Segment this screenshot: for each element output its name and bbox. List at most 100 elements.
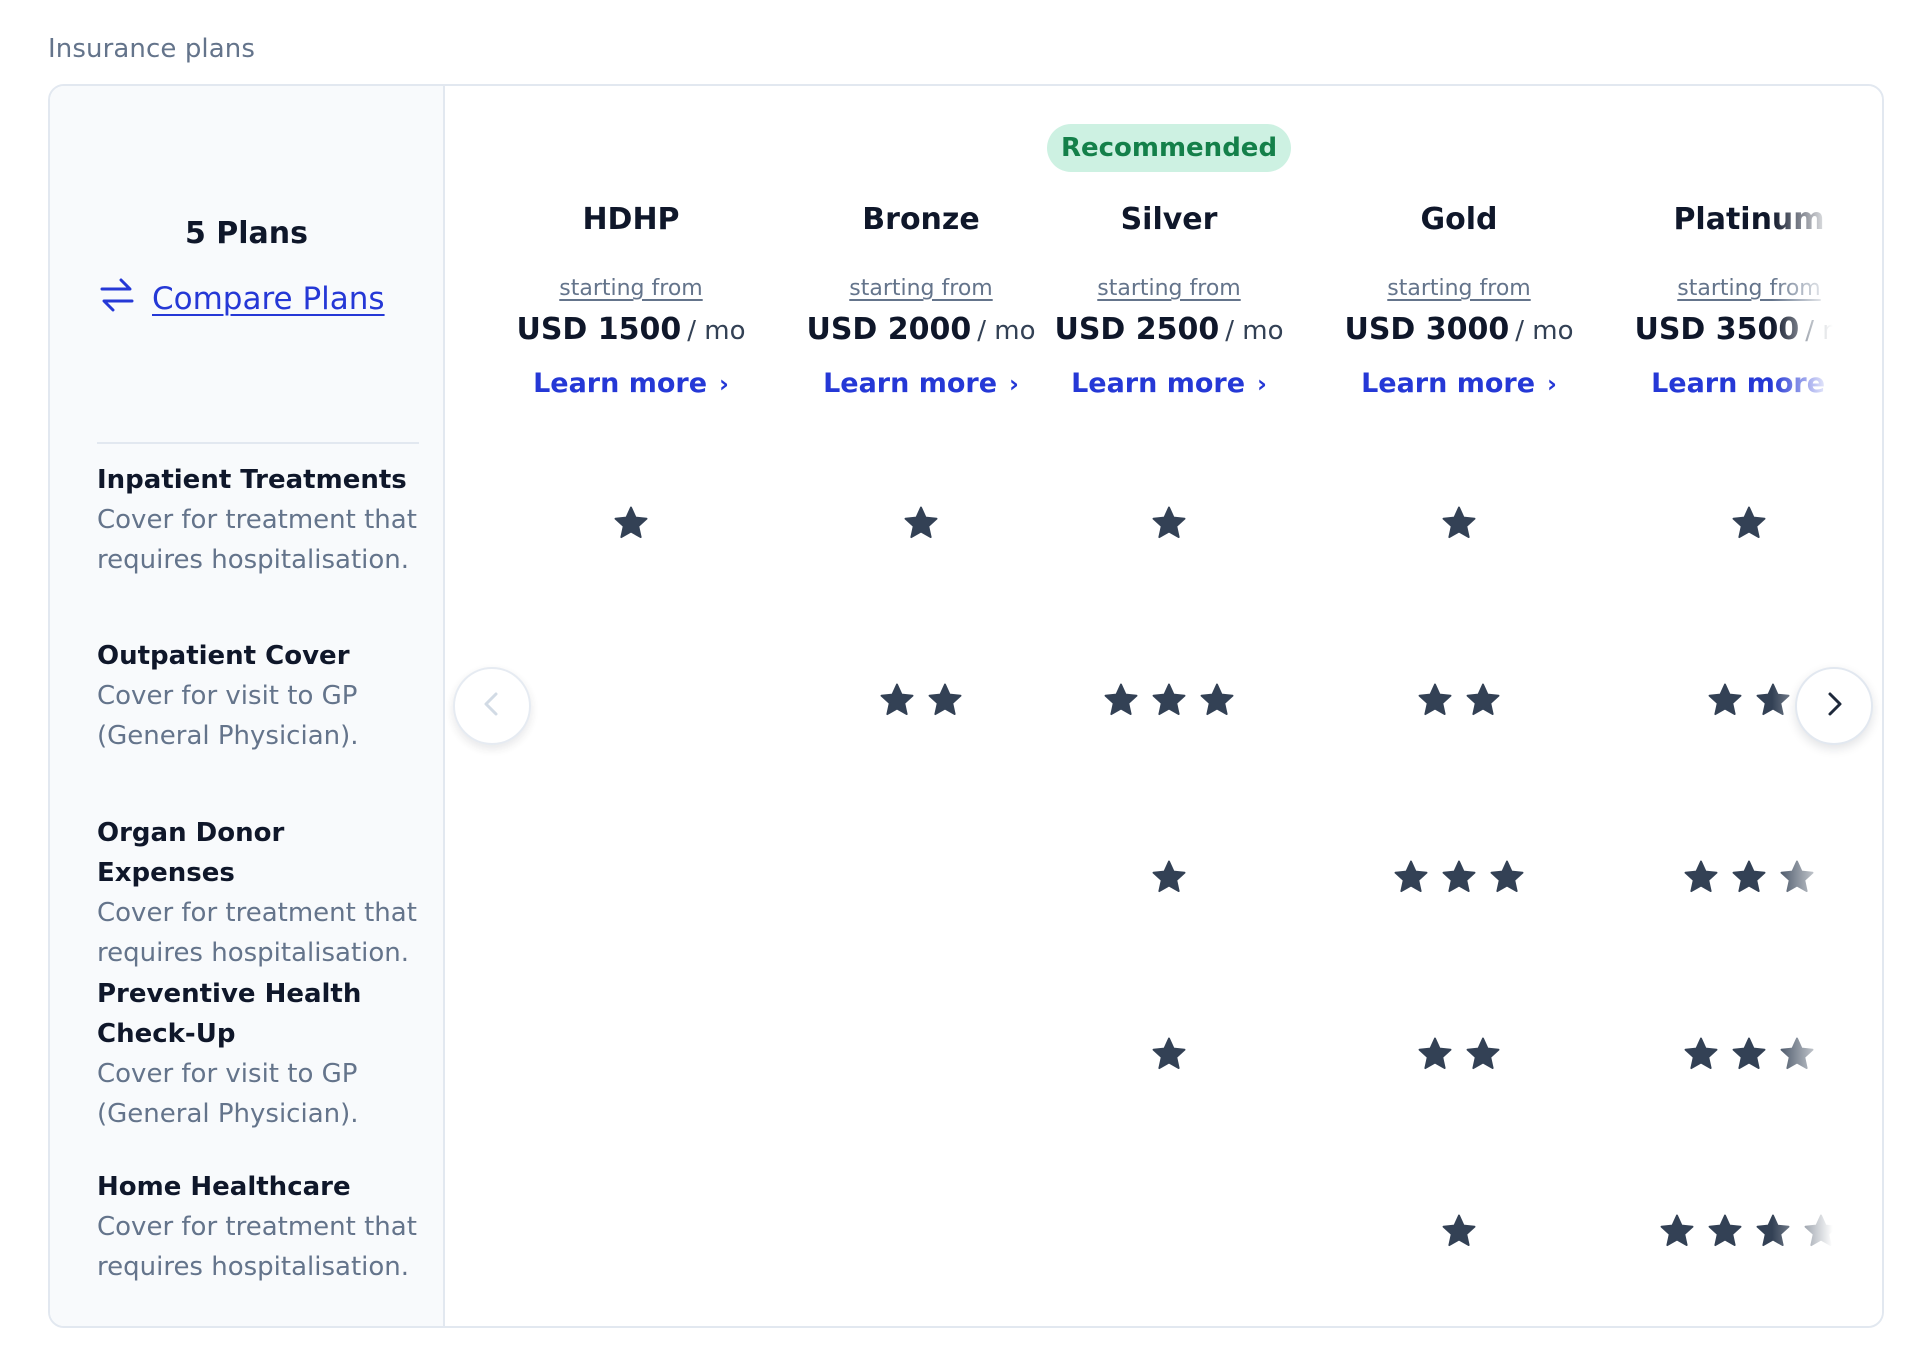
star-rating [486,504,776,546]
starting-from-label: starting from [559,276,703,301]
plan-column-silver: Silver starting from USD 2500/ mo Learn … [1024,86,1314,1326]
star-icon [1416,681,1454,723]
learn-more-label: Learn more [1651,368,1826,399]
star-icon [1706,1212,1744,1254]
page-title: Insurance plans [48,34,256,64]
star-icon [1802,1212,1840,1254]
plan-column-bronze: Bronze starting from USD 2000/ mo Learn … [776,86,1066,1326]
price-amount: USD 2500 [1054,312,1220,347]
plan-price: USD 3000/ mo [1314,312,1604,347]
plans-count: 5 Plans [184,216,309,251]
star-rating [1604,858,1882,900]
star-icon [1392,858,1430,900]
feature-description: Cover for treatment that requires hospit… [97,1212,417,1282]
star-icon [612,504,650,546]
star-rating [1314,504,1604,546]
carousel-prev-button[interactable] [453,667,531,745]
price-period: / mo [1805,316,1864,346]
price-amount: USD 1500 [516,312,682,347]
star-rating [1604,1212,1882,1254]
learn-more-link[interactable]: Learn more › [1314,368,1604,399]
star-rating [1024,681,1314,723]
star-icon [926,681,964,723]
feature-description: Cover for treatment that requires hospit… [97,505,417,575]
price-period: / mo [1515,316,1574,346]
plan-price: USD 3500/ mo [1604,312,1882,347]
starting-from-label: starting from [1387,276,1531,301]
chevron-right-icon [1819,689,1849,723]
star-icon [1416,1035,1454,1077]
star-icon [878,681,916,723]
star-icon [1682,1035,1720,1077]
star-rating [1314,1212,1604,1254]
starting-from-label: starting from [1677,276,1821,301]
star-icon [902,504,940,546]
star-rating [1314,681,1604,723]
star-icon [1730,858,1768,900]
plans-carousel: Recommended HDHP starting from USD 1500/… [447,86,1882,1326]
star-icon [1464,681,1502,723]
plan-name: Bronze [862,202,980,237]
plan-price: USD 1500/ mo [486,312,776,347]
feature-item: Home Healthcare Cover for treatment that… [97,1167,417,1287]
feature-name: Home Healthcare [97,1172,351,1202]
plan-name: HDHP [582,202,680,237]
plans-card: 5 Plans Compare Plans Inpatient Treatmen… [48,84,1884,1328]
star-rating [1024,504,1314,546]
feature-name: Organ Donor Expenses [97,818,285,888]
learn-more-label: Learn more [1071,368,1246,399]
star-icon [1150,858,1188,900]
star-icon [1754,1212,1792,1254]
star-icon [1658,1212,1696,1254]
swap-arrows-icon [98,276,136,322]
learn-more-link[interactable]: Learn more › [776,368,1066,399]
star-icon [1150,681,1188,723]
feature-item: Preventive Health Check-Up Cover for vis… [97,974,417,1134]
star-icon [1440,858,1478,900]
compare-plans-link[interactable]: Compare Plans [98,276,385,322]
feature-name: Preventive Health Check-Up [97,979,362,1049]
sidebar-divider [97,442,419,444]
star-rating [1314,858,1604,900]
feature-item: Outpatient Cover Cover for visit to GP (… [97,636,417,756]
chevron-right-icon: › [1547,370,1557,398]
plan-name: Platinum [1673,202,1825,237]
plan-column-gold: Gold starting from USD 3000/ mo Learn mo… [1314,86,1604,1326]
learn-more-link[interactable]: Learn more › [1024,368,1314,399]
starting-from-label: starting from [849,276,993,301]
learn-more-link[interactable]: Learn more › [1604,368,1882,399]
price-amount: USD 2000 [806,312,972,347]
chevron-right-icon: › [1009,370,1019,398]
star-icon [1754,681,1792,723]
star-rating [1604,1035,1882,1077]
star-icon [1440,504,1478,546]
chevron-left-icon [477,689,507,723]
learn-more-label: Learn more [533,368,708,399]
feature-item: Inpatient Treatments Cover for treatment… [97,460,417,580]
star-icon [1464,1035,1502,1077]
star-icon [1778,858,1816,900]
carousel-next-button[interactable] [1795,667,1873,745]
star-rating [776,681,1066,723]
star-icon [1682,858,1720,900]
compare-plans-label: Compare Plans [152,281,385,317]
learn-more-link[interactable]: Learn more › [486,368,776,399]
price-period: / mo [687,316,746,346]
learn-more-label: Learn more [823,368,998,399]
feature-name: Outpatient Cover [97,641,350,671]
plan-name: Gold [1420,202,1498,237]
star-icon [1730,504,1768,546]
features-sidebar: 5 Plans Compare Plans Inpatient Treatmen… [50,86,445,1326]
starting-from-label: starting from [1097,276,1241,301]
price-amount: USD 3000 [1344,312,1510,347]
star-icon [1706,681,1744,723]
learn-more-label: Learn more [1361,368,1536,399]
star-icon [1198,681,1236,723]
star-rating [1024,858,1314,900]
star-icon [1778,1035,1816,1077]
star-rating [776,504,1066,546]
chevron-right-icon: › [1257,370,1267,398]
star-icon [1440,1212,1478,1254]
price-amount: USD 3500 [1634,312,1800,347]
star-icon [1730,1035,1768,1077]
